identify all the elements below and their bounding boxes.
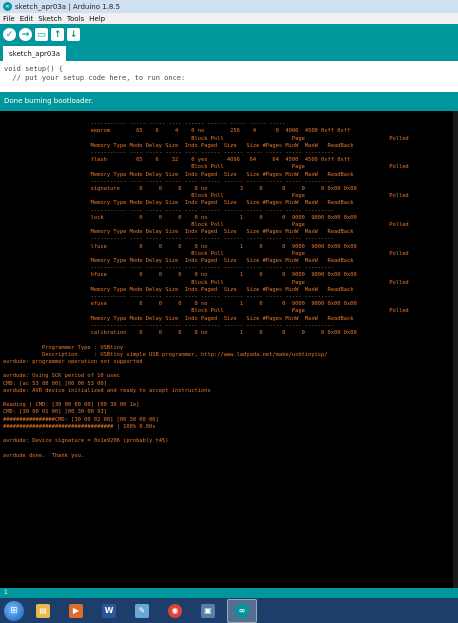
new-file-icon: ▭ bbox=[37, 29, 46, 40]
taskbar-arduino[interactable]: ∞ bbox=[227, 598, 257, 623]
windows-taskbar: ⊞ ▤ ▶ W ✎ ◉ ▣ ∞ bbox=[0, 598, 458, 623]
arrow-down-icon: ↓ bbox=[69, 29, 78, 40]
window-title: sketch_apr03a | Arduino 1.8.5 bbox=[15, 2, 121, 11]
tab-bar: sketch_apr03a bbox=[0, 45, 458, 61]
menu-sketch[interactable]: Sketch bbox=[38, 15, 62, 23]
taskbar-word[interactable]: W bbox=[95, 600, 123, 622]
code-editor[interactable]: void setup() { // put your setup code he… bbox=[0, 61, 458, 92]
toolbar: ✓ → ▭ ↑ ↓ bbox=[0, 24, 458, 45]
menu-help[interactable]: Help bbox=[89, 15, 105, 23]
console-output[interactable]: ----------- ----- ----- ---- ------ ----… bbox=[0, 111, 458, 588]
remote-desktop-icon: ▣ bbox=[201, 603, 215, 618]
start-button[interactable]: ⊞ bbox=[4, 600, 24, 621]
title-bar: ∞ sketch_apr03a | Arduino 1.8.5 bbox=[0, 0, 458, 14]
taskbar-remote[interactable]: ▣ bbox=[194, 600, 222, 622]
code-line-1: void setup() { bbox=[4, 65, 64, 73]
verify-button[interactable]: ✓ bbox=[3, 28, 16, 41]
checkmark-icon: ✓ bbox=[5, 29, 14, 40]
menu-file[interactable]: File bbox=[3, 15, 15, 23]
status-bar: Done burning bootloader. bbox=[0, 92, 458, 111]
status-message: Done burning bootloader. bbox=[4, 97, 94, 105]
windows-logo-icon: ⊞ bbox=[10, 605, 18, 616]
chrome-icon: ◉ bbox=[168, 603, 182, 618]
line-number: 1 bbox=[4, 589, 8, 596]
console-scrollbar[interactable] bbox=[453, 111, 458, 588]
new-button[interactable]: ▭ bbox=[35, 28, 48, 41]
code-line-2: // put your setup code here, to run once… bbox=[4, 74, 186, 82]
menu-bar: File Edit Sketch Tools Help bbox=[0, 13, 458, 24]
save-button[interactable]: ↓ bbox=[67, 28, 80, 41]
upload-button[interactable]: → bbox=[19, 28, 32, 41]
arrow-up-icon: ↑ bbox=[53, 29, 62, 40]
taskbar-media[interactable]: ▶ bbox=[62, 600, 90, 622]
taskbar-explorer[interactable]: ▤ bbox=[29, 600, 57, 622]
arduino-app-icon: ∞ bbox=[3, 2, 12, 11]
taskbar-notes[interactable]: ✎ bbox=[128, 600, 156, 622]
word-icon: W bbox=[102, 603, 116, 618]
folder-icon: ▤ bbox=[36, 603, 50, 618]
notes-icon: ✎ bbox=[135, 603, 149, 618]
arduino-icon: ∞ bbox=[235, 603, 249, 618]
open-button[interactable]: ↑ bbox=[51, 28, 64, 41]
taskbar-chrome[interactable]: ◉ bbox=[161, 600, 189, 622]
console-text: ----------- ----- ----- ---- ------ ----… bbox=[3, 121, 409, 459]
tab-sketch[interactable]: sketch_apr03a bbox=[3, 46, 67, 61]
media-player-icon: ▶ bbox=[69, 603, 83, 618]
menu-edit[interactable]: Edit bbox=[20, 15, 34, 23]
bottom-status-bar: 1 bbox=[0, 588, 458, 598]
arrow-right-icon: → bbox=[21, 29, 30, 40]
menu-tools[interactable]: Tools bbox=[67, 15, 84, 23]
